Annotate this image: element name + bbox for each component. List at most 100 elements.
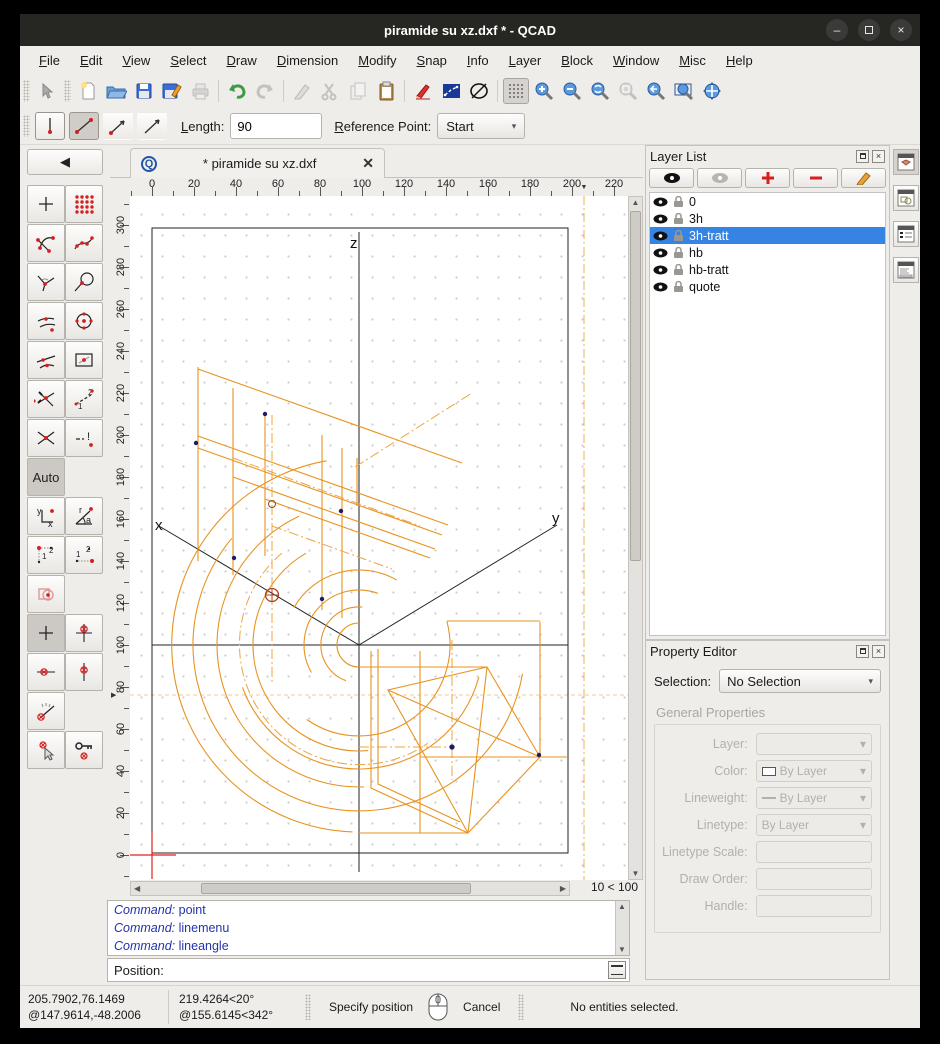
snap-intersection-button[interactable] bbox=[27, 380, 65, 418]
horizontal-scrollbar[interactable]: ◀ ▶ bbox=[130, 881, 570, 896]
remove-layer-button[interactable] bbox=[793, 168, 838, 188]
close-button[interactable]: × bbox=[890, 19, 912, 41]
snap-endpoints-button[interactable] bbox=[27, 224, 65, 262]
lock-icon[interactable] bbox=[673, 264, 684, 276]
scroll-right-icon[interactable]: ▶ bbox=[560, 884, 566, 893]
restrict-orthogonal-button[interactable] bbox=[65, 614, 103, 652]
snap-filters-button[interactable] bbox=[27, 575, 65, 613]
snap-auto-intersection-button[interactable] bbox=[27, 419, 65, 457]
menu-window[interactable]: Window bbox=[604, 49, 668, 72]
copy-button[interactable] bbox=[345, 78, 371, 104]
point-tool-button[interactable] bbox=[35, 112, 65, 140]
zoom-selection-button[interactable] bbox=[643, 78, 669, 104]
toolbar-handle[interactable] bbox=[23, 115, 30, 137]
open-file-button[interactable] bbox=[103, 78, 129, 104]
line-angle-button[interactable] bbox=[103, 112, 133, 140]
length-input[interactable] bbox=[230, 113, 322, 139]
snap-intersection-manual-button[interactable]: 12 bbox=[65, 380, 103, 418]
print-button[interactable] bbox=[187, 78, 213, 104]
toggle-property-editor-button[interactable] bbox=[893, 221, 919, 247]
snap-reference-button[interactable] bbox=[65, 341, 103, 379]
previous-view-button[interactable] bbox=[615, 78, 641, 104]
edit-button[interactable] bbox=[289, 78, 315, 104]
menu-edit[interactable]: Edit bbox=[71, 49, 111, 72]
eye-icon[interactable] bbox=[653, 197, 668, 207]
restrict-angle-button[interactable] bbox=[27, 692, 65, 730]
document-tab[interactable]: Q * piramide su xz.dxf ✕ bbox=[130, 148, 385, 178]
pointer-button[interactable] bbox=[34, 78, 60, 104]
scroll-left-icon[interactable]: ◀ bbox=[134, 884, 140, 893]
lock-icon[interactable] bbox=[673, 230, 684, 242]
menu-help[interactable]: Help bbox=[717, 49, 762, 72]
drawing-canvas[interactable]: x y z bbox=[130, 196, 628, 880]
add-layer-button[interactable] bbox=[745, 168, 790, 188]
set-relative-zero-button[interactable] bbox=[27, 731, 65, 769]
vertical-scroll-thumb[interactable] bbox=[630, 211, 641, 561]
layer-list-titlebar[interactable]: Layer List × bbox=[646, 146, 889, 166]
menu-dimension[interactable]: Dimension bbox=[268, 49, 347, 72]
snap-center-button[interactable] bbox=[65, 302, 103, 340]
grid-toggle-button[interactable] bbox=[503, 78, 529, 104]
lock-icon[interactable] bbox=[673, 247, 684, 259]
horizontal-scroll-thumb[interactable] bbox=[201, 883, 471, 894]
snap-tangent-button[interactable] bbox=[65, 263, 103, 301]
property-editor-titlebar[interactable]: Property Editor × bbox=[646, 641, 889, 661]
ellipse-tool-button[interactable] bbox=[466, 78, 492, 104]
zoom-in-button[interactable] bbox=[531, 78, 557, 104]
layer-row[interactable]: 0 bbox=[650, 193, 885, 210]
line-horizontal-button[interactable] bbox=[137, 112, 167, 140]
eye-icon[interactable] bbox=[653, 214, 668, 224]
edit-layer-button[interactable] bbox=[841, 168, 886, 188]
cut-button[interactable] bbox=[317, 78, 343, 104]
menu-file[interactable]: File bbox=[30, 49, 69, 72]
lock-icon[interactable] bbox=[673, 281, 684, 293]
zoom-out-button[interactable] bbox=[559, 78, 585, 104]
draw-button[interactable] bbox=[410, 78, 436, 104]
show-all-layers-button[interactable] bbox=[649, 168, 694, 188]
minimize-button[interactable]: – bbox=[826, 19, 848, 41]
snap-perpendicular-button[interactable] bbox=[27, 263, 65, 301]
position-input[interactable] bbox=[170, 960, 608, 980]
paste-button[interactable] bbox=[373, 78, 399, 104]
scroll-down-icon[interactable]: ▼ bbox=[618, 945, 626, 954]
toggle-block-list-button[interactable] bbox=[893, 185, 919, 211]
snap-grid-button[interactable] bbox=[65, 185, 103, 223]
restrict-horizontal-button[interactable] bbox=[27, 653, 65, 691]
scroll-up-icon[interactable]: ▲ bbox=[629, 198, 642, 207]
relative-polar-button[interactable]: 12 bbox=[65, 536, 103, 574]
tab-close-icon[interactable]: ✕ bbox=[362, 155, 374, 172]
eye-icon[interactable] bbox=[653, 265, 668, 275]
snap-free-button[interactable] bbox=[27, 185, 65, 223]
line-tool-button[interactable] bbox=[438, 78, 464, 104]
hide-all-layers-button[interactable] bbox=[697, 168, 742, 188]
scroll-up-icon[interactable]: ▲ bbox=[618, 902, 626, 911]
snap-auto-button[interactable]: Auto bbox=[27, 458, 65, 496]
undo-button[interactable] bbox=[224, 78, 250, 104]
toggle-command-line-button[interactable] bbox=[893, 257, 919, 283]
close-panel-button[interactable]: × bbox=[872, 645, 885, 658]
vertical-scrollbar[interactable]: ▲ ▼ bbox=[628, 196, 643, 880]
restrict-vertical-button[interactable] bbox=[65, 653, 103, 691]
eye-icon[interactable] bbox=[653, 231, 668, 241]
menu-view[interactable]: View bbox=[113, 49, 159, 72]
command-line-toggle-button[interactable] bbox=[608, 961, 626, 979]
layer-row[interactable]: hb bbox=[650, 244, 885, 261]
layer-row[interactable]: hb-tratt bbox=[650, 261, 885, 278]
coordinate-cartesian-button[interactable]: yx bbox=[27, 497, 65, 535]
command-history[interactable]: Command: pointCommand: linemenuCommand: … bbox=[107, 900, 630, 956]
selection-dropdown[interactable]: No Selection ▾ bbox=[719, 669, 881, 693]
save-as-button[interactable] bbox=[159, 78, 185, 104]
scroll-down-icon[interactable]: ▼ bbox=[629, 869, 642, 878]
title-bar[interactable]: piramide su xz.dxf * - QCAD – × bbox=[20, 14, 920, 46]
command-scrollbar[interactable]: ▲ ▼ bbox=[615, 901, 629, 955]
menu-draw[interactable]: Draw bbox=[217, 49, 265, 72]
auto-zoom-button[interactable] bbox=[587, 78, 613, 104]
float-panel-button[interactable] bbox=[856, 150, 869, 163]
toolbar-handle[interactable] bbox=[64, 80, 71, 102]
back-button[interactable]: ◀ bbox=[27, 149, 103, 175]
close-panel-button[interactable]: × bbox=[872, 150, 885, 163]
zoom-window-button[interactable] bbox=[671, 78, 697, 104]
lock-relative-zero-button[interactable] bbox=[65, 731, 103, 769]
reference-point-select[interactable]: Start▾ bbox=[437, 113, 525, 139]
new-file-button[interactable] bbox=[75, 78, 101, 104]
